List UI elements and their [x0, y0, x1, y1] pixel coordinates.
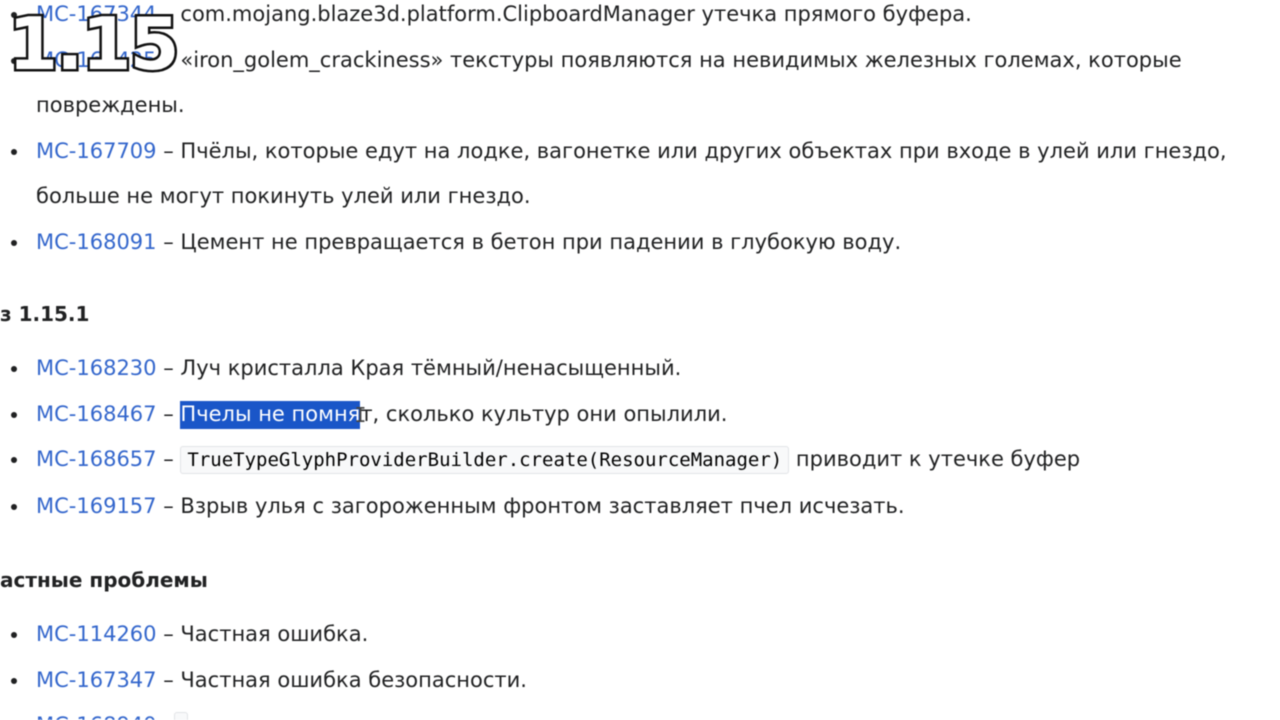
- bullet-icon: [11, 677, 17, 684]
- list-item: MC-168230 – Луч кристалла Края тёмный/не…: [0, 346, 1280, 392]
- issue-description: Частная ошибка.: [180, 622, 369, 646]
- separator: –: [163, 401, 181, 426]
- separator: –: [163, 356, 181, 380]
- selected-text[interactable]: Пчелы не помня: [180, 400, 361, 429]
- list-item: MC-167344 – com.mojang.blaze3d.platform.…: [0, 0, 1280, 38]
- separator: –: [163, 447, 181, 471]
- bug-list-top: MC-167344 – com.mojang.blaze3d.platform.…: [0, 0, 1280, 265]
- code-snippet: [173, 712, 188, 720]
- issue-description: com.mojang.blaze3d.platform.ClipboardMan…: [180, 2, 972, 26]
- issue-link[interactable]: MC-168657: [36, 447, 157, 471]
- issue-link[interactable]: MC-168467: [36, 402, 157, 426]
- list-item: MC-167347 – Частная ошибка безопасности.: [0, 658, 1280, 704]
- list-item: MC-168657 – TrueTypeGlyphProviderBuilder…: [0, 437, 1280, 484]
- separator: –: [163, 622, 181, 646]
- separator: –: [163, 667, 181, 692]
- separator: –: [163, 138, 181, 163]
- bullet-icon: [11, 632, 17, 638]
- separator: –: [163, 229, 181, 254]
- issue-link[interactable]: MC-114260: [36, 622, 157, 646]
- list-item: MC-114260 – Частная ошибка.: [0, 612, 1280, 658]
- issue-link[interactable]: MC-168091: [36, 230, 157, 254]
- issue-description: т, сколько культур они опылили.: [360, 401, 728, 426]
- version-badge: 1.15: [6, 2, 183, 87]
- section-heading-1151: з 1.15.1: [0, 302, 90, 326]
- list-item: MC-167425 – «iron_golem_crackiness» текс…: [0, 38, 1276, 129]
- issue-description: Пчёлы, которые едут на лодке, вагонетке …: [36, 138, 1227, 209]
- list-item: MC-168940 –: [0, 703, 1280, 720]
- issue-description: Взрыв улья с загороженным фронтом застав…: [180, 493, 905, 518]
- issue-description: Луч кристалла Края тёмный/ненасыщенный.: [180, 356, 682, 380]
- list-item: MC-169157 – Взрыв улья с загороженным фр…: [0, 484, 1280, 530]
- issue-description: приводит к утечке буфер: [795, 447, 1081, 471]
- list-item: MC-168091 – Цемент не превращается в бет…: [0, 220, 1280, 266]
- bullet-icon: [11, 148, 17, 155]
- bullet-icon: [11, 239, 17, 246]
- list-item: MC-168467 – Пчелы не помня Iт, сколько ку…: [0, 392, 1280, 438]
- code-snippet: TrueTypeGlyphProviderBuilder.create(Reso…: [180, 446, 790, 474]
- bug-list-private: MC-114260 – Частная ошибка. MC-167347 – …: [0, 612, 1280, 720]
- issue-link[interactable]: MC-167347: [36, 668, 157, 692]
- issue-link[interactable]: MC-167709: [36, 139, 157, 163]
- issue-link[interactable]: MC-169157: [36, 494, 157, 518]
- bullet-icon: [11, 457, 17, 463]
- issue-description: «iron_golem_crackiness» текстуры появляю…: [36, 47, 1182, 118]
- issue-description: Частная ошибка безопасности.: [180, 667, 527, 692]
- bug-list-1151: MC-168230 – Луч кристалла Края тёмный/не…: [0, 346, 1280, 529]
- wiki-page: 1.15 MC-167344 – com.mojang.blaze3d.plat…: [0, 0, 1280, 720]
- bullet-icon: [11, 366, 17, 372]
- section-heading-private: астные проблемы: [0, 568, 208, 592]
- issue-link[interactable]: MC-168940: [36, 713, 157, 720]
- separator: –: [163, 713, 174, 720]
- separator: –: [163, 493, 181, 518]
- bullet-icon: [11, 411, 17, 418]
- issue-description: Цемент не превращается в бетон при паден…: [180, 229, 902, 254]
- issue-link[interactable]: MC-168230: [36, 356, 157, 380]
- bullet-icon: [11, 503, 17, 510]
- list-item: MC-167709 – Пчёлы, которые едут на лодке…: [0, 129, 1276, 220]
